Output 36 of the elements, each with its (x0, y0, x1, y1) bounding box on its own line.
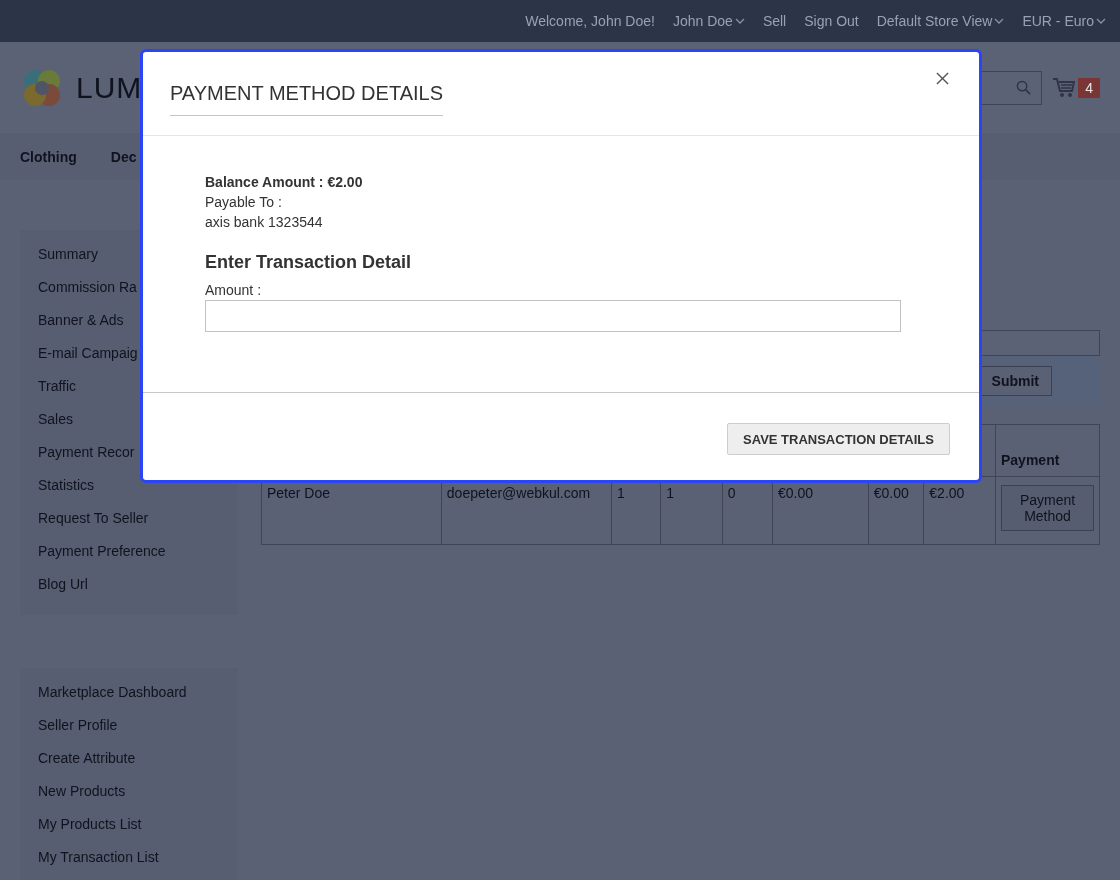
cart-count: 4 (1078, 77, 1100, 98)
save-button[interactable]: SAVE TRANSACTION DETAILS (727, 423, 950, 455)
sidebar-item[interactable]: Request To Seller (38, 502, 220, 535)
welcome-text: Welcome, John Doe! (525, 13, 655, 29)
chevron-icon (994, 18, 1005, 24)
sidebar-item[interactable]: Seller Profile (38, 709, 220, 742)
header-link[interactable]: Sign Out (804, 13, 859, 29)
sidebar-item[interactable]: My Transaction List (38, 841, 220, 874)
modal-title: PAYMENT METHOD DETAILS (170, 82, 443, 116)
sidebar-item[interactable]: Create Attribute (38, 742, 220, 775)
balance-text: Balance Amount : €2.00 (205, 173, 364, 192)
header-dropdown[interactable]: John Doe (672, 13, 745, 29)
logo-text: LUM (76, 70, 143, 105)
sidebar-item[interactable]: Statistics (38, 469, 220, 502)
chevron-icon (734, 18, 745, 24)
close-icon[interactable] (936, 72, 949, 85)
sidebar-item[interactable]: Blog Url (38, 568, 220, 601)
payable-value: axis bank 1323544 (205, 213, 324, 232)
column-header: Payment (995, 424, 1100, 477)
header-dropdown[interactable]: Default Store View (876, 13, 1005, 29)
sidebar-item[interactable]: Payment Preference (38, 535, 220, 568)
sidebar-item[interactable]: My Products List (38, 808, 220, 841)
cart-icon[interactable] (1052, 76, 1077, 99)
header-link[interactable]: Sell (762, 13, 787, 29)
nav-item[interactable]: Clothing (20, 148, 77, 165)
payable-label: Payable To : (205, 193, 283, 212)
chevron-icon (1096, 18, 1106, 24)
section-title: Enter Transaction Detail (205, 251, 413, 274)
sidebar-item[interactable]: Marketplace Dashboard (38, 676, 220, 709)
search-icon (1016, 80, 1032, 95)
amount-field[interactable] (205, 300, 901, 332)
header-dropdown[interactable]: EUR - Euro (1022, 13, 1106, 29)
sidebar-item[interactable]: New Products (38, 775, 220, 808)
payment-method-button[interactable]: Payment Method (1001, 485, 1094, 531)
nav-item[interactable]: Dec (110, 148, 137, 165)
amount-label: Amount : (205, 281, 263, 300)
